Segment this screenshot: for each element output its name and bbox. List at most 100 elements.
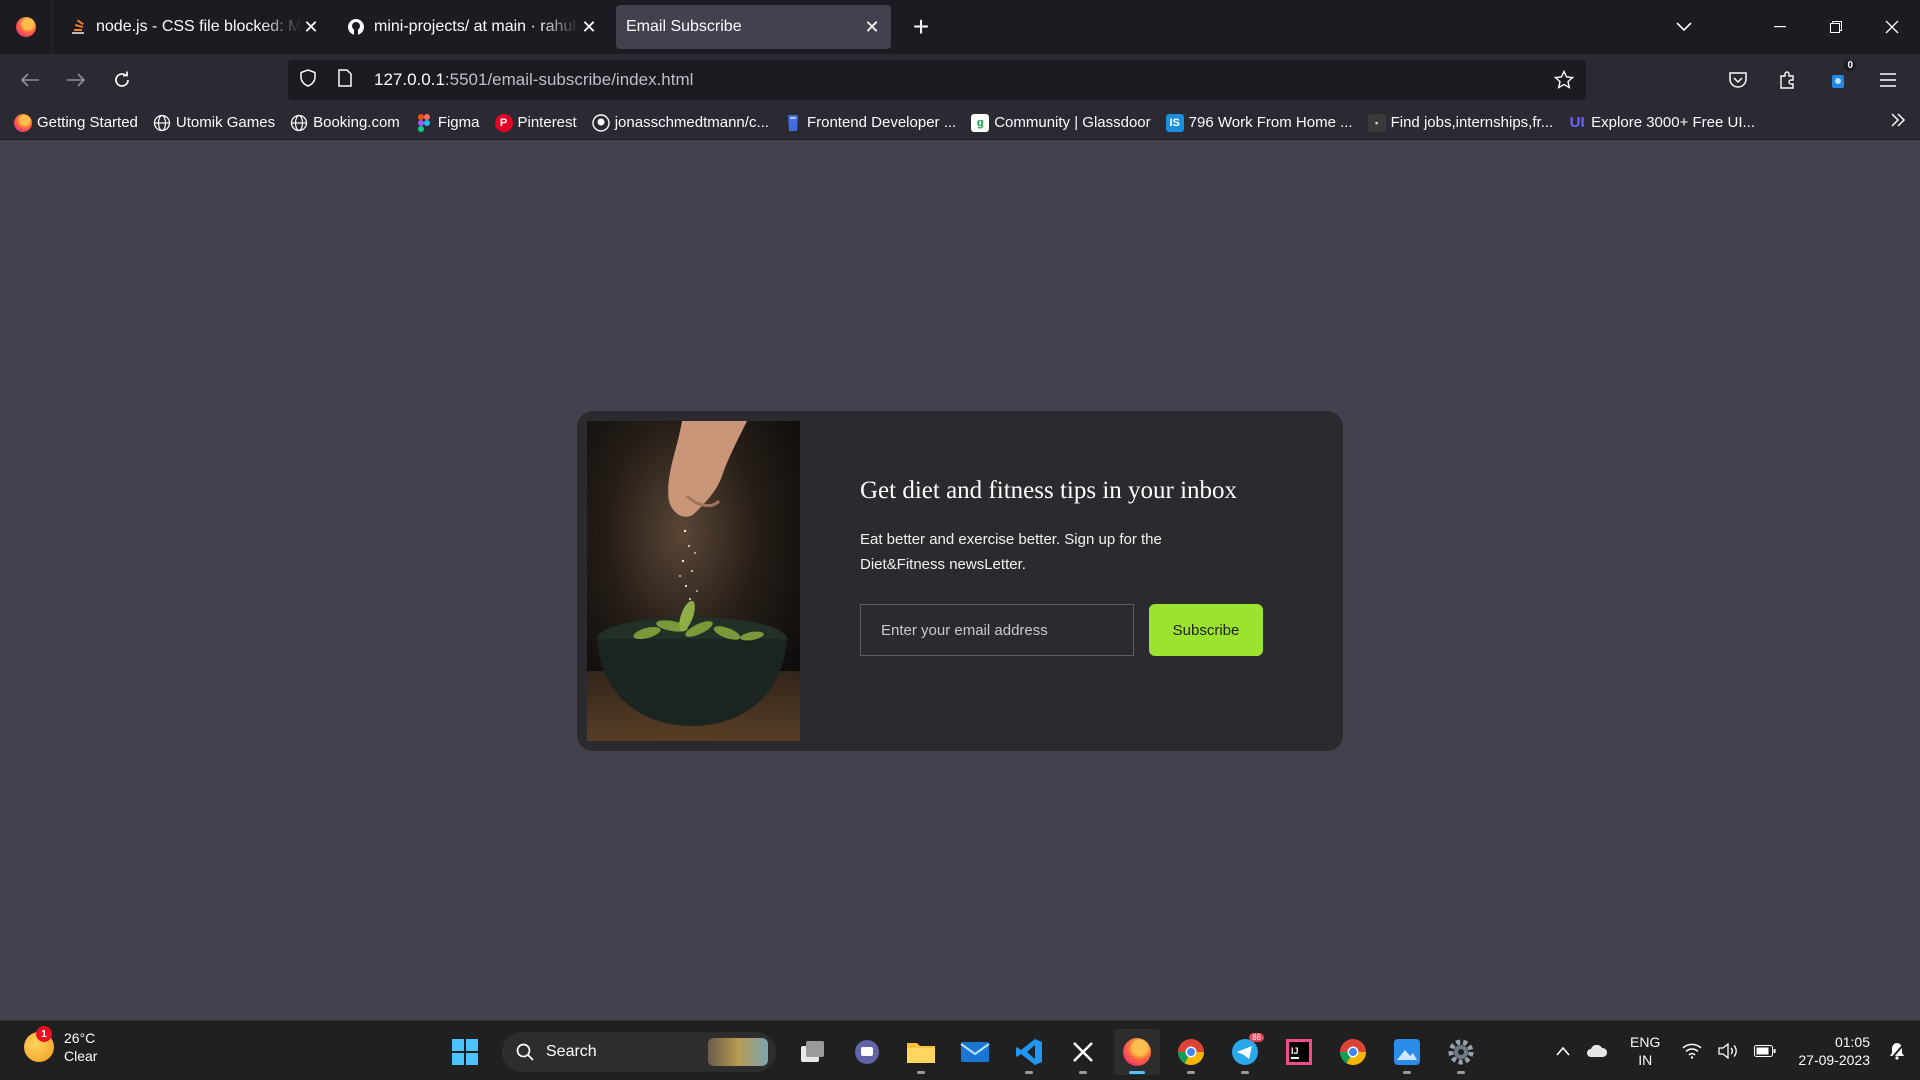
extension-icon[interactable]: 0 <box>1816 58 1860 102</box>
chrome-icon[interactable] <box>1168 1029 1214 1075</box>
settings-gear-icon[interactable] <box>1438 1029 1484 1075</box>
firefox-taskbar-icon[interactable] <box>1114 1029 1160 1075</box>
vscode-icon[interactable] <box>1006 1029 1052 1075</box>
x-twitter-icon[interactable] <box>1060 1029 1106 1075</box>
list-all-tabs-icon[interactable] <box>1656 0 1712 54</box>
close-tab-icon[interactable]: ✕ <box>580 17 598 38</box>
subscribe-button[interactable]: Subscribe <box>1149 604 1263 656</box>
chevron-double-right-icon[interactable] <box>1890 112 1906 132</box>
close-window-icon[interactable] <box>1864 0 1920 54</box>
clock[interactable]: 01:05 27-09-2023 <box>1798 1033 1870 1069</box>
restore-icon[interactable] <box>1808 0 1864 54</box>
bookmark-label: Pinterest <box>517 114 577 131</box>
tab-title: mini-projects/ at main · rahul-lyoxdu <box>374 18 580 35</box>
volume-icon[interactable] <box>1718 1043 1738 1059</box>
system-tray: ENG IN 01:05 27-09-2023 <box>1548 1021 1920 1080</box>
search-label: Search <box>546 1043 597 1060</box>
weather-widget[interactable]: 1 26°C Clear <box>24 1026 97 1065</box>
tab-title: Email Subscribe <box>626 18 742 35</box>
teams-chat-icon[interactable] <box>844 1029 890 1075</box>
bookmarks-toolbar: Getting Started Utomik Games Booking.com… <box>0 106 1920 140</box>
battery-icon[interactable] <box>1754 1045 1776 1057</box>
windows-start-icon[interactable] <box>442 1029 488 1075</box>
bookmark-label: Booking.com <box>313 114 400 131</box>
new-tab-button[interactable]: + <box>899 5 943 49</box>
close-tab-icon[interactable]: ✕ <box>302 17 320 38</box>
bookmark-jonas[interactable]: jonasschmedtmann/c... <box>592 113 769 132</box>
ui-icon: UI <box>1569 114 1585 131</box>
close-tab-icon[interactable]: ✕ <box>863 17 881 38</box>
minimize-icon[interactable] <box>1752 0 1808 54</box>
chrome-profile-icon[interactable] <box>1330 1029 1376 1075</box>
bookmark-label: Getting Started <box>37 114 138 131</box>
forward-arrow-icon[interactable] <box>54 58 98 102</box>
taskbar-search[interactable]: Search <box>502 1032 776 1072</box>
email-input[interactable] <box>860 604 1134 656</box>
bookmark-free-ui[interactable]: UI Explore 3000+ Free UI... <box>1568 114 1755 132</box>
globe-icon <box>153 114 171 132</box>
reload-icon[interactable] <box>100 58 144 102</box>
bookmark-label: jonasschmedtmann/c... <box>614 114 769 131</box>
bookmark-figma[interactable]: Figma <box>415 113 480 132</box>
bookmark-label: Find jobs,internships,fr... <box>1390 114 1554 131</box>
github-icon <box>592 113 610 132</box>
language-indicator[interactable]: ENG IN <box>1630 1033 1660 1069</box>
pinterest-icon: P <box>494 113 513 132</box>
tab-email-subscribe[interactable]: Email Subscribe ✕ <box>616 5 891 49</box>
telegram-icon[interactable]: 86 <box>1222 1029 1268 1075</box>
github-icon <box>348 19 364 35</box>
page-icon[interactable] <box>338 68 352 92</box>
bookmark-label: Figma <box>437 114 480 131</box>
food-photo <box>587 421 800 741</box>
onedrive-cloud-icon[interactable] <box>1586 1044 1608 1058</box>
bookmark-getting-started[interactable]: Getting Started <box>14 113 138 132</box>
intellij-icon[interactable]: IJ <box>1276 1029 1322 1075</box>
pocket-icon[interactable] <box>1716 58 1760 102</box>
tab-github[interactable]: mini-projects/ at main · rahul-lyoxdu ✕ <box>338 5 608 49</box>
globe-icon <box>290 114 308 132</box>
taskbar: 1 26°C Clear Search 86 IJ ENG IN 01:05 2… <box>0 1020 1920 1080</box>
bookmark-label: Frontend Developer ... <box>806 114 957 131</box>
firefox-view-button[interactable] <box>0 0 52 54</box>
language-line-1: ENG <box>1630 1034 1661 1050</box>
bookmark-glassdoor[interactable]: g Community | Glassdoor <box>971 113 1151 132</box>
tab-title: node.js - CSS file blocked: MIME type mi… <box>96 18 302 35</box>
firefox-icon <box>15 17 36 37</box>
weather-moon-icon: 1 <box>24 1026 54 1062</box>
chevron-up-icon[interactable] <box>1556 1046 1570 1056</box>
bookmark-find-jobs[interactable]: ▪ Find jobs,internships,fr... <box>1367 113 1554 132</box>
bookmark-label: Community | Glassdoor <box>994 114 1151 131</box>
search-highlight-image <box>708 1038 768 1066</box>
bookmark-utomik[interactable]: Utomik Games <box>153 114 275 132</box>
bookmark-frontend[interactable]: Frontend Developer ... <box>784 114 956 132</box>
bookmark-label: Utomik Games <box>175 114 276 131</box>
stackoverflow-icon <box>70 19 86 35</box>
telegram-badge: 86 <box>1249 1033 1264 1042</box>
task-view-icon[interactable] <box>790 1029 836 1075</box>
back-arrow-icon[interactable] <box>8 58 52 102</box>
bookmark-pinterest[interactable]: P Pinterest <box>494 113 577 132</box>
svg-text:IJ: IJ <box>1291 1046 1299 1056</box>
url-host: 127.0.0.1 <box>374 70 445 89</box>
clock-time: 01:05 <box>1834 1034 1870 1050</box>
jobs-icon: ▪ <box>1367 113 1386 132</box>
photos-icon[interactable] <box>1384 1029 1430 1075</box>
extensions-puzzle-icon[interactable] <box>1766 58 1810 102</box>
url-bar[interactable]: 127.0.0.1:5501/email-subscribe/index.htm… <box>288 60 1586 100</box>
hamburger-menu-icon[interactable] <box>1866 58 1910 102</box>
wifi-icon[interactable] <box>1682 1043 1702 1059</box>
clock-date: 27-09-2023 <box>1798 1052 1870 1068</box>
tab-stackoverflow[interactable]: node.js - CSS file blocked: MIME type mi… <box>60 5 330 49</box>
bookmark-booking[interactable]: Booking.com <box>290 114 400 132</box>
language-line-2: IN <box>1638 1052 1653 1068</box>
notification-bell-icon[interactable] <box>1888 1042 1906 1060</box>
subscribe-form: Subscribe <box>860 604 1300 656</box>
bookmark-label: 796 Work From Home ... <box>1188 114 1353 131</box>
file-explorer-icon[interactable] <box>898 1029 944 1075</box>
card-text: Get diet and fitness tips in your inbox … <box>860 477 1300 656</box>
shield-icon[interactable] <box>300 68 316 92</box>
bookmark-work-from-home[interactable]: IS 796 Work From Home ... <box>1165 113 1353 132</box>
navigation-toolbar: 127.0.0.1:5501/email-subscribe/index.htm… <box>0 54 1920 106</box>
bookmark-star-icon[interactable] <box>1553 69 1575 95</box>
mail-icon[interactable] <box>952 1029 998 1075</box>
